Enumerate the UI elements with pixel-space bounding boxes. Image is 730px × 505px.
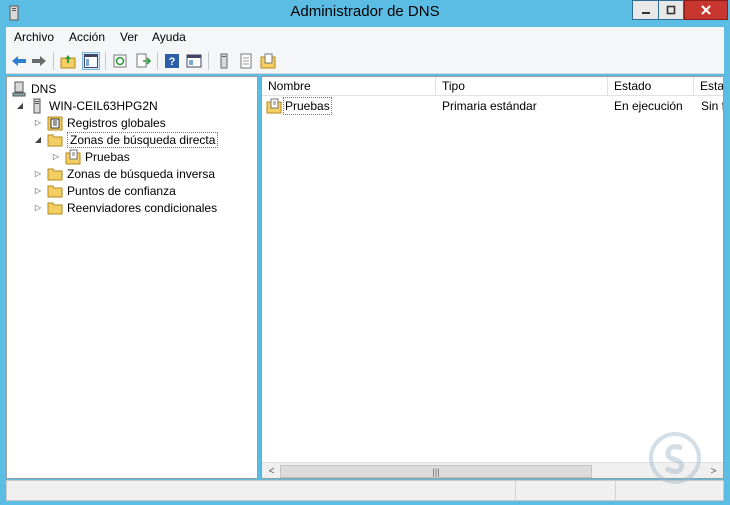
tree-label: Zonas de búsqueda directa: [67, 131, 219, 148]
status-bar: [6, 480, 724, 501]
maximize-button[interactable]: [658, 0, 684, 20]
window-title: Administrador de DNS: [290, 3, 440, 20]
help-button[interactable]: ?: [163, 52, 181, 70]
table-row[interactable]: Pruebas Primaria estándar En ejecución S…: [262, 97, 723, 115]
back-icon: [12, 56, 26, 66]
forward-button[interactable]: [30, 52, 48, 70]
close-button[interactable]: [684, 0, 728, 20]
zone-icon: [260, 53, 276, 69]
document-icon: [240, 53, 252, 69]
folder-icon: [47, 168, 63, 180]
scroll-thumb[interactable]: |||: [280, 465, 592, 478]
zone-icon: [65, 149, 81, 164]
folder-icon: [47, 134, 63, 146]
records-icon: [47, 116, 63, 130]
tree-label: Pruebas: [85, 149, 130, 164]
column-header-estado-2[interactable]: Estad: [694, 77, 723, 96]
properties-icon: [186, 54, 202, 68]
refresh-button[interactable]: [111, 52, 129, 70]
server-icon: [33, 98, 41, 113]
show-hide-tree-icon: [84, 54, 98, 68]
chevron-right-icon: >: [710, 466, 717, 477]
toolbar-separator: [53, 52, 54, 70]
status-segment: [515, 481, 615, 500]
column-header-nombre[interactable]: Nombre: [262, 77, 436, 96]
tree-item-dns[interactable]: DNS: [11, 80, 56, 97]
svg-text:?: ?: [169, 56, 176, 68]
maximize-icon: [666, 5, 676, 15]
expand-arrow-icon[interactable]: ▷: [33, 186, 43, 196]
menu-bar: Archivo Acción Ver Ayuda: [6, 27, 724, 48]
up-folder-icon: [60, 55, 76, 69]
folder-icon: [47, 202, 63, 214]
menu-ver[interactable]: Ver: [120, 30, 138, 44]
server-icon: [220, 53, 228, 69]
column-header-estado[interactable]: Estado: [608, 77, 694, 96]
cell-estado: En ejecución: [614, 99, 683, 113]
refresh-icon: [113, 54, 127, 68]
collapse-arrow-icon[interactable]: ◢: [33, 135, 43, 145]
tree-item-puntos-confianza[interactable]: ▷ Puntos de confianza: [33, 182, 176, 199]
toolbar-separator: [208, 52, 209, 70]
tree-item-pruebas[interactable]: ▷ Pruebas: [51, 148, 130, 165]
tree-item-reenviadores-condicionales[interactable]: ▷ Reenviadores condicionales: [33, 199, 217, 216]
chevron-left-icon: <: [268, 466, 275, 477]
toolbar-separator: [105, 52, 106, 70]
list-header: Nombre Tipo Estado Estad: [262, 77, 723, 96]
help-icon: ?: [165, 54, 179, 68]
collapse-arrow-icon[interactable]: ◢: [15, 101, 25, 111]
zone-icon: [266, 98, 282, 114]
forward-icon: [32, 56, 46, 66]
menu-archivo[interactable]: Archivo: [14, 30, 54, 44]
expand-arrow-icon[interactable]: ▷: [33, 118, 43, 128]
export-list-icon: [136, 53, 151, 68]
server-button[interactable]: [215, 52, 233, 70]
export-list-button[interactable]: [134, 52, 152, 70]
tree-label: Zonas de búsqueda inversa: [67, 166, 216, 181]
tree-label: WIN-CEIL63HPG2N: [49, 98, 158, 113]
back-button[interactable]: [10, 52, 28, 70]
grip-icon: |||: [432, 466, 440, 477]
up-folder-button[interactable]: [59, 52, 77, 70]
dns-icon: [12, 81, 26, 96]
column-header-tipo[interactable]: Tipo: [436, 77, 608, 96]
document-button[interactable]: [237, 52, 255, 70]
expand-arrow-icon[interactable]: ▷: [51, 152, 61, 162]
properties-button[interactable]: [185, 52, 203, 70]
folder-icon: [47, 185, 63, 197]
menu-accion[interactable]: Acción: [69, 30, 105, 44]
menu-ayuda[interactable]: Ayuda: [152, 30, 186, 44]
tree-item-zonas-busqueda-directa[interactable]: ◢ Zonas de búsqueda directa: [33, 131, 219, 148]
minimize-button[interactable]: [632, 0, 658, 20]
tree-item-zonas-busqueda-inversa[interactable]: ▷ Zonas de búsqueda inversa: [33, 165, 215, 182]
cell-estado-2: Sin fi: [701, 99, 723, 113]
toolbar-separator: [157, 52, 158, 70]
tree-item-server[interactable]: ◢ WIN-CEIL63HPG2N: [15, 97, 158, 114]
expand-arrow-icon[interactable]: ▷: [33, 169, 43, 179]
show-hide-tree-button[interactable]: [82, 52, 100, 70]
cell-tipo: Primaria estándar: [442, 99, 537, 113]
title-bar: Administrador de DNS: [0, 0, 730, 27]
tree-label: Reenviadores condicionales: [67, 200, 218, 215]
scroll-left-button[interactable]: <: [263, 464, 280, 478]
cell-nombre: Pruebas: [283, 97, 332, 115]
tree-label: DNS: [31, 81, 57, 96]
minimize-icon: [641, 12, 650, 14]
tree-item-registros-globales[interactable]: ▷ Registros globales: [33, 114, 166, 131]
watermark-logo-icon: [649, 432, 701, 484]
list-pane: Nombre Tipo Estado Estad Pruebas Primari…: [261, 76, 724, 479]
tree-pane: DNS ◢ WIN-CEIL63HPG2N ▷ Registros global…: [6, 76, 258, 479]
zone-button[interactable]: [259, 52, 277, 70]
toolbar: ?: [6, 48, 724, 74]
tree-label: Registros globales: [67, 115, 166, 130]
close-icon: [701, 5, 711, 15]
expand-arrow-icon[interactable]: ▷: [33, 203, 43, 213]
tree-label: Puntos de confianza: [67, 183, 176, 198]
